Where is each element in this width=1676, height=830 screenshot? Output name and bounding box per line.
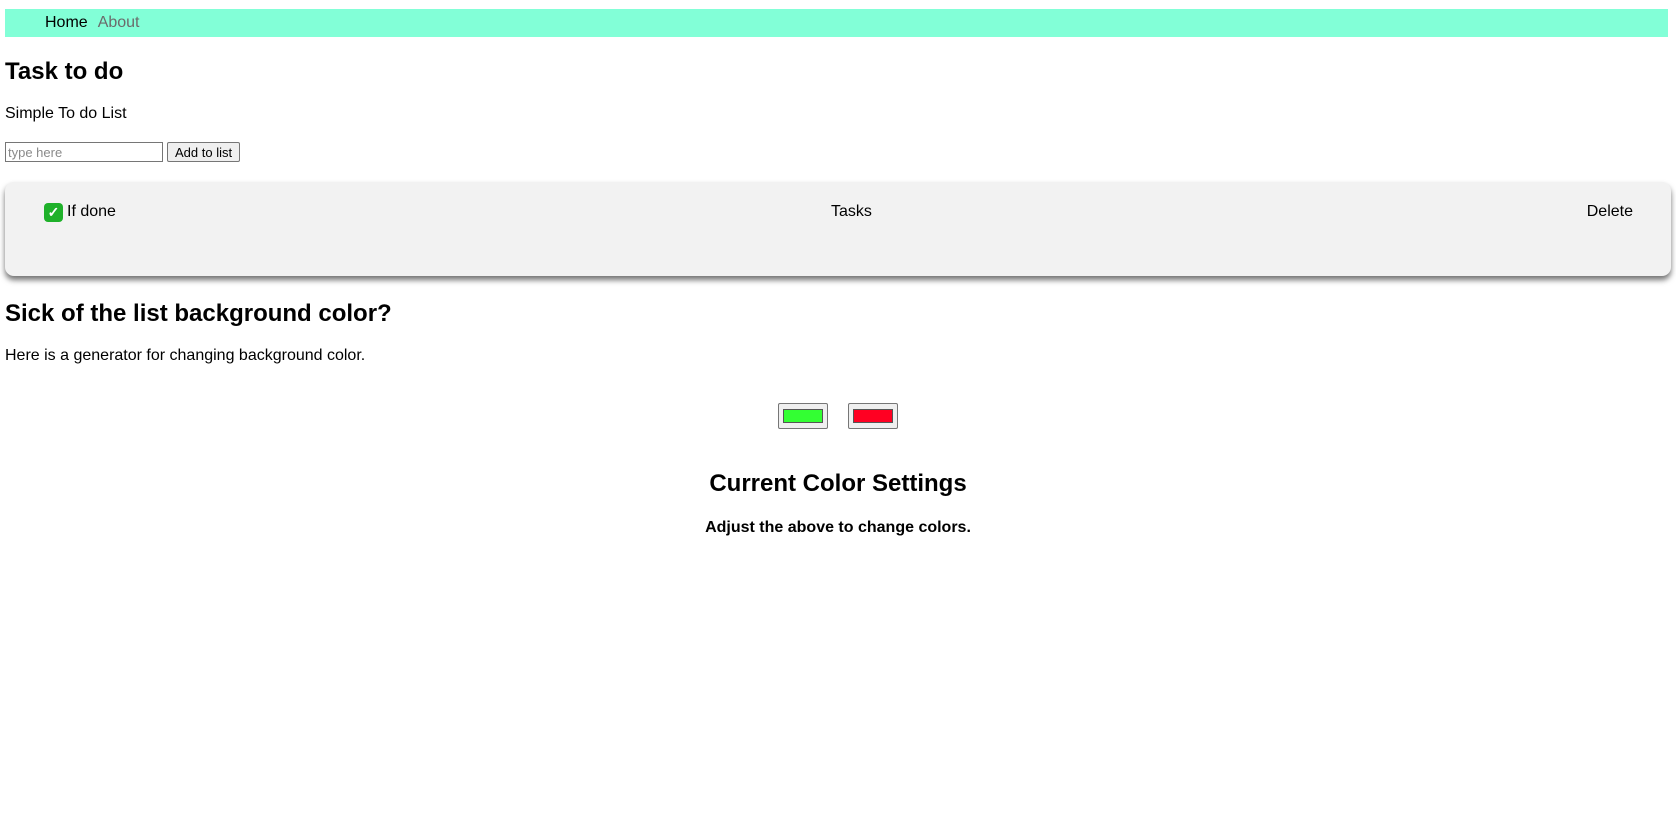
task-list-card: ✓ If done Tasks Delete xyxy=(5,182,1671,276)
navbar: Home About xyxy=(5,9,1668,37)
task-input[interactable] xyxy=(5,142,163,162)
column-header-done-label: If done xyxy=(67,203,116,220)
column-header-delete: Delete xyxy=(1586,203,1633,220)
page: Home About Task to do Simple To do List … xyxy=(0,0,1676,830)
color-swatch-2 xyxy=(853,409,893,423)
check-mark-icon: ✓ xyxy=(44,202,63,222)
color-picker-1[interactable] xyxy=(778,403,828,429)
color-section-description: Here is a generator for changing backgro… xyxy=(5,347,366,364)
color-picker-2[interactable] xyxy=(848,403,898,429)
page-title: Task to do xyxy=(5,58,124,85)
color-pickers xyxy=(0,403,1676,429)
color-settings-hint: Adjust the above to change colors. xyxy=(705,519,971,536)
color-swatch-1 xyxy=(783,409,823,423)
nav-link-home[interactable]: Home xyxy=(45,9,88,37)
column-header-tasks: Tasks xyxy=(831,203,872,220)
add-to-list-button[interactable]: Add to list xyxy=(167,142,241,162)
column-header-done: ✓ If done xyxy=(44,202,116,222)
nav-link-about[interactable]: About xyxy=(98,9,140,37)
page-subtitle: Simple To do List xyxy=(5,105,127,122)
add-task-form: Add to list xyxy=(5,142,241,162)
color-section-title: Sick of the list background color? xyxy=(5,300,392,327)
color-settings-title: Current Color Settings xyxy=(709,470,967,497)
